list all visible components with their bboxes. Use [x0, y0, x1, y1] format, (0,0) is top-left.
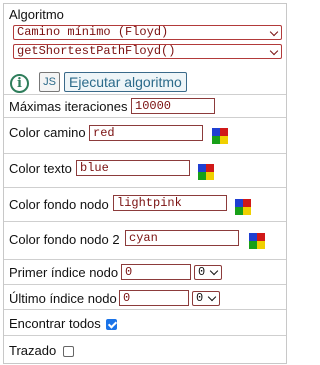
max-iterations-input[interactable]: 10000: [131, 98, 215, 114]
first-node-index-input[interactable]: 0: [121, 264, 191, 280]
text-color-label: Color texto: [9, 161, 72, 176]
last-node-index-select-value: 0: [196, 291, 204, 305]
find-all-label: Encontrar todos: [9, 316, 101, 331]
algorithm-select[interactable]: Camino mínimo (Floyd): [13, 25, 282, 40]
path-color-row: Color camino red: [4, 118, 286, 154]
path-color-label: Color camino: [9, 125, 86, 140]
trace-label: Trazado: [9, 343, 57, 358]
node-bg-color-2-input[interactable]: cyan: [125, 230, 239, 246]
algorithm-label: Algoritmo: [9, 7, 64, 22]
max-iterations-label: Máximas iteraciones: [9, 99, 128, 114]
text-color-row: Color texto blue: [4, 154, 286, 188]
node-bg-color-2-label: Color fondo nodo 2: [9, 232, 120, 247]
info-icon[interactable]: i: [10, 74, 29, 93]
algorithm-select-value: Camino mínimo (Floyd): [17, 25, 169, 39]
first-node-index-row: Primer índice nodo 0 0: [4, 260, 286, 285]
color-palette-icon[interactable]: [212, 128, 228, 144]
max-iterations-row: Máximas iteraciones 10000: [4, 95, 286, 118]
color-palette-icon[interactable]: [235, 199, 251, 215]
chevron-down-icon: [209, 266, 219, 279]
last-node-index-input[interactable]: 0: [119, 290, 189, 306]
color-palette-icon[interactable]: [198, 164, 214, 180]
algorithm-panel: Algoritmo Camino mínimo (Floyd) getShort…: [3, 3, 287, 364]
js-button[interactable]: JS: [39, 72, 60, 92]
last-node-index-label: Último índice nodo: [9, 291, 117, 306]
trace-checkbox[interactable]: [63, 346, 74, 357]
color-palette-icon[interactable]: [249, 233, 265, 249]
algorithm-group: Algoritmo Camino mínimo (Floyd) getShort…: [4, 4, 286, 66]
find-all-row: Encontrar todos: [4, 310, 286, 336]
find-all-checkbox[interactable]: [106, 319, 117, 330]
first-node-index-select-value: 0: [198, 265, 206, 279]
first-node-index-select[interactable]: 0: [194, 265, 222, 280]
path-color-input[interactable]: red: [89, 125, 203, 141]
method-select[interactable]: getShortestPathFloyd(): [13, 44, 282, 59]
chevron-down-icon: [269, 26, 279, 39]
last-node-index-row: Último índice nodo 0 0: [4, 285, 286, 310]
trace-row: Trazado: [4, 336, 286, 363]
last-node-index-select[interactable]: 0: [192, 291, 220, 306]
text-color-input[interactable]: blue: [76, 160, 190, 176]
node-bg-color-row: Color fondo nodo lightpink: [4, 188, 286, 222]
chevron-down-icon: [269, 45, 279, 58]
first-node-index-label: Primer índice nodo: [9, 265, 119, 280]
node-bg-color-2-row: Color fondo nodo 2 cyan: [4, 222, 286, 260]
node-bg-color-label: Color fondo nodo: [9, 197, 109, 212]
chevron-down-icon: [207, 292, 217, 305]
method-select-value: getShortestPathFloyd(): [17, 44, 176, 58]
run-algorithm-button[interactable]: Ejecutar algoritmo: [64, 72, 187, 92]
node-bg-color-input[interactable]: lightpink: [113, 195, 227, 211]
